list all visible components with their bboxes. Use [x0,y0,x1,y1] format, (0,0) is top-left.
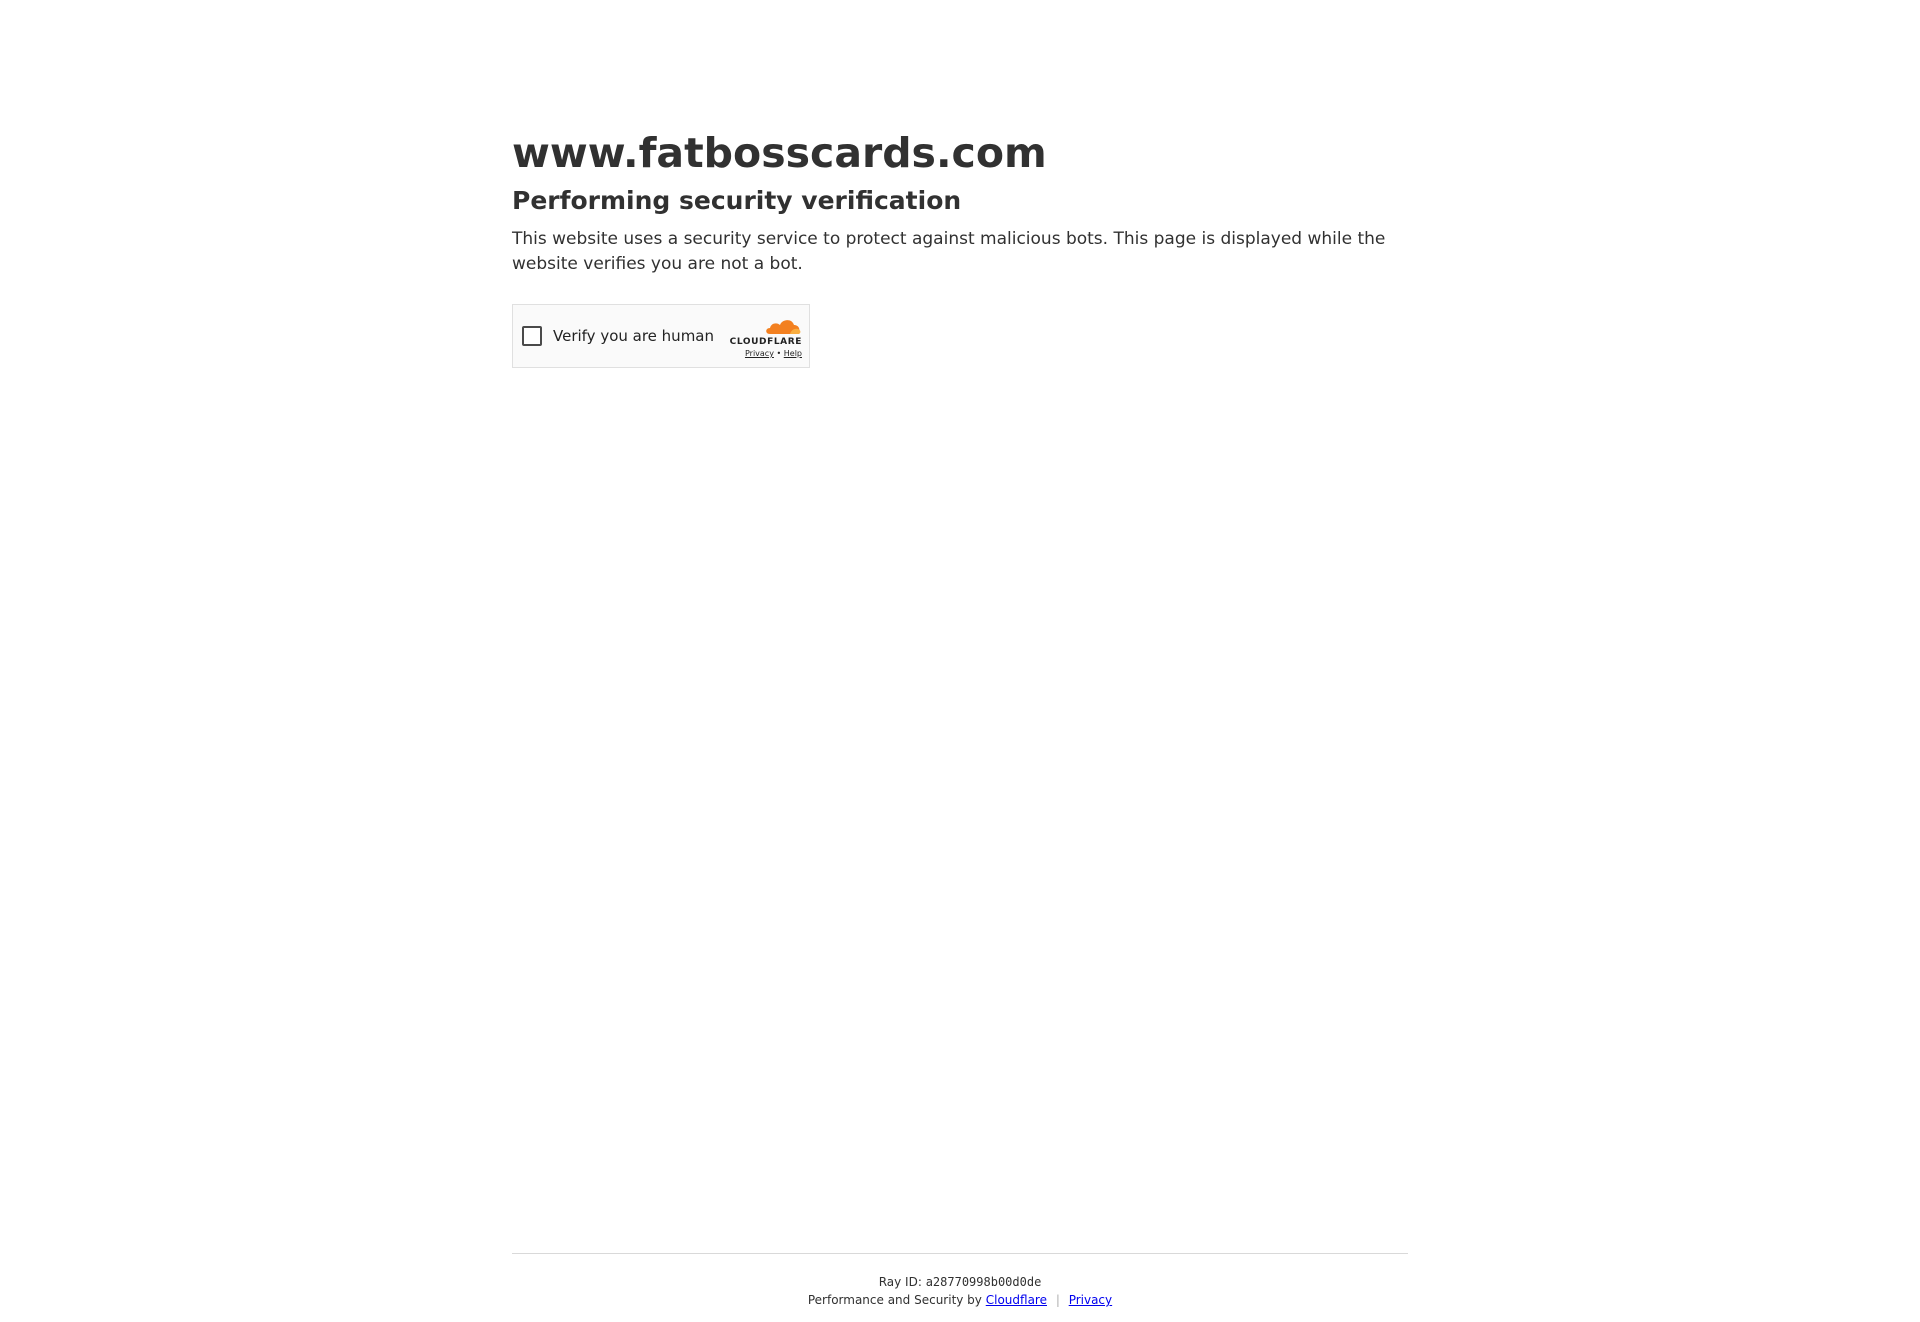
footer-separator: | [1055,1293,1060,1307]
page-description: This website uses a security service to … [512,229,1386,274]
widget-link-separator: • [776,349,782,358]
page: www.fatbosscards.com Performing security… [0,0,1920,1322]
performance-line: Performance and Security by Cloudflare |… [512,1291,1408,1309]
site-title: www.fatbosscards.com [512,129,1047,177]
performance-text: Performance and Security by [807,1293,982,1307]
cloudflare-logo-icon [766,320,801,334]
footer-privacy-link[interactable]: Privacy [1069,1293,1112,1307]
cloudflare-wordmark: CLOUDFLARE [729,337,802,347]
verify-label[interactable]: Verify you are human [553,326,714,346]
widget-links: Privacy • Help [745,349,802,358]
turnstile-widget: Verify you are human CLOUDFLARE Privacy … [512,304,810,368]
main-content: www.fatbosscards.com Performing security… [512,126,1408,277]
cloudflare-brand: CLOUDFLARE Privacy • Help [722,316,802,360]
widget-privacy-link[interactable]: Privacy [745,349,774,358]
cloudflare-link[interactable]: Cloudflare [986,1293,1047,1307]
verify-checkbox[interactable] [522,326,542,346]
ray-id-label: Ray ID: [878,1275,922,1289]
footer: Ray ID: a28770998b00d0de Performance and… [512,1253,1408,1309]
ray-id-value: a28770998b00d0de [925,1275,1042,1289]
ray-id-line: Ray ID: a28770998b00d0de [512,1273,1408,1291]
page-headline: Performing security verification [512,186,962,215]
widget-help-link[interactable]: Help [784,349,802,358]
